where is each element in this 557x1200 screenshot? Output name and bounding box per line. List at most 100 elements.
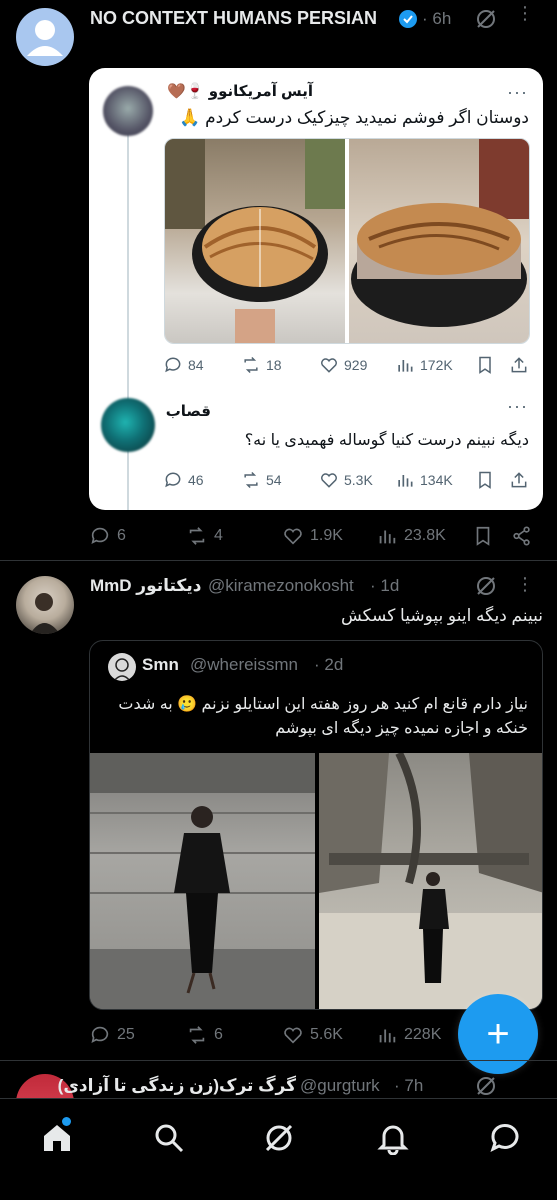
post-text: نبینم دیگه اینو بپوشیا کسکش (340, 606, 543, 625)
author-name[interactable]: گرگ ترک(زن زندگی تا آزادی) (58, 1076, 296, 1096)
reply-button[interactable]: 84 (163, 355, 204, 375)
photo-right[interactable] (319, 751, 542, 1009)
cheesecake-photo-left[interactable] (165, 139, 345, 343)
more-options-icon[interactable]: ⋮ (516, 3, 534, 24)
reply-icon (165, 357, 181, 373)
like-count: 5.3K (344, 472, 373, 488)
bookmark-icon[interactable] (475, 355, 495, 375)
like-button[interactable]: 929 (319, 355, 367, 375)
share-icon[interactable] (509, 470, 529, 490)
reply-icon (165, 472, 181, 488)
reply-count: 46 (188, 472, 204, 488)
avatar-smn[interactable] (108, 653, 136, 681)
avatar-mmd[interactable] (16, 576, 74, 634)
like-count: 1.9K (310, 527, 343, 544)
plus-icon: + (486, 1012, 510, 1056)
views-button[interactable]: 228K (376, 1024, 441, 1046)
quoted-author-name[interactable]: Smn (142, 655, 179, 675)
more-options-icon[interactable]: ⋮ (516, 574, 534, 595)
views-icon (398, 360, 413, 372)
grok-icon[interactable] (474, 7, 498, 31)
repost-icon (189, 527, 205, 545)
avatar-user-1[interactable] (103, 86, 153, 136)
quote1-author[interactable]: آیس آمریکانوو 🍷🤎 (167, 82, 313, 100)
home-icon[interactable] (40, 1121, 74, 1155)
bookmark-icon[interactable] (475, 470, 495, 490)
notification-dot (62, 1117, 71, 1126)
quoted-author-handle[interactable]: @whereissmn (190, 655, 298, 675)
views-count: 23.8K (404, 527, 446, 544)
author-name[interactable]: MmD دیکتاتور (90, 576, 201, 596)
post-time: · 6h (422, 9, 452, 28)
reply-button[interactable]: 6 (89, 525, 126, 547)
quoted-tweet[interactable]: Smn @whereissmn · 2d نیاز دارم قانع ام ک… (89, 640, 543, 1010)
quote2-author[interactable]: قصاب (166, 402, 211, 420)
repost-button[interactable]: 54 (241, 470, 282, 490)
quoted-time: · 2d (314, 655, 344, 674)
grok-icon[interactable] (262, 1121, 296, 1155)
repost-count: 18 (266, 357, 282, 373)
avatar-user-2[interactable] (101, 398, 155, 452)
more-options-icon[interactable]: ··· (507, 82, 528, 103)
repost-icon (189, 1026, 205, 1044)
author-handle[interactable]: @gurgturk (300, 1076, 380, 1096)
heart-icon (284, 1027, 302, 1044)
repost-button[interactable]: 18 (241, 355, 282, 375)
like-count: 5.6K (310, 1026, 343, 1043)
reply-button[interactable]: 46 (163, 470, 204, 490)
quoted-text: نیاز دارم قانع ام کنید هر روز هفته این ا… (118, 696, 528, 737)
share-icon[interactable] (509, 355, 529, 375)
repost-button[interactable]: 4 (186, 525, 223, 547)
notifications-bell-icon[interactable] (376, 1121, 410, 1155)
default-avatar-icon (27, 20, 63, 56)
heart-icon (321, 473, 337, 488)
screenshot-card[interactable]: ··· آیس آمریکانوو 🍷🤎 دوستان اگر فوشم نمی… (89, 68, 543, 510)
reply-count: 84 (188, 357, 204, 373)
cheesecake-image (165, 139, 345, 343)
views-count: 134K (420, 472, 453, 488)
photo-left[interactable] (90, 753, 315, 1009)
cheesecake-photo-right[interactable] (349, 139, 529, 343)
views-icon (379, 1029, 396, 1043)
views-button[interactable]: 23.8K (376, 525, 446, 547)
post-time: · 7h (394, 1076, 424, 1095)
compose-button[interactable]: + (458, 994, 538, 1074)
views-button[interactable]: 134K (395, 470, 453, 490)
post-time: · 1d (370, 576, 400, 595)
avatar-default[interactable] (16, 8, 74, 66)
more-options-icon[interactable]: ··· (507, 396, 528, 417)
views-icon (379, 530, 396, 544)
share-icon[interactable] (511, 525, 533, 547)
thread-line (127, 128, 129, 510)
reply-icon (91, 1026, 109, 1043)
repost-count: 6 (214, 1026, 223, 1043)
repost-icon (244, 356, 258, 374)
photo-grid[interactable] (164, 138, 530, 344)
repost-count: 4 (214, 527, 223, 544)
search-icon[interactable] (152, 1121, 186, 1155)
views-button[interactable]: 172K (395, 355, 453, 375)
reply-count: 25 (117, 1026, 135, 1043)
like-button[interactable]: 1.9K (282, 525, 343, 547)
author-name[interactable]: NO CONTEXT HUMANS PERSIAN (90, 8, 377, 29)
like-button[interactable]: 5.6K (282, 1024, 343, 1046)
woman-architecture-photo (319, 751, 542, 1009)
repost-button[interactable]: 6 (186, 1024, 223, 1046)
reply-button[interactable]: 25 (89, 1024, 135, 1046)
person-sketch-icon (113, 658, 131, 681)
woman-wall-photo (90, 753, 315, 1009)
reply-count: 6 (117, 527, 126, 544)
views-icon (398, 475, 413, 487)
like-button[interactable]: 5.3K (319, 470, 373, 490)
verified-badge-icon (399, 10, 417, 28)
repost-count: 54 (266, 472, 282, 488)
views-count: 172K (420, 357, 453, 373)
grok-icon[interactable] (474, 1074, 498, 1098)
grok-icon[interactable] (474, 574, 498, 598)
repost-icon (244, 471, 258, 489)
like-count: 929 (344, 357, 368, 373)
author-handle[interactable]: @kiramezonokosht (208, 576, 354, 596)
views-count: 228K (404, 1026, 442, 1043)
messages-icon[interactable] (488, 1121, 522, 1155)
bookmark-icon[interactable] (472, 525, 494, 547)
